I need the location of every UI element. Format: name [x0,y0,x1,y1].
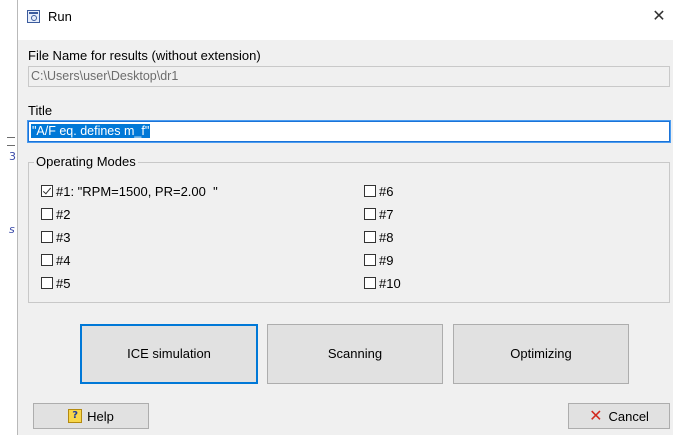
mode-checkbox-9[interactable]: #9 [364,252,393,268]
cancel-button[interactable]: ✕ Cancel [568,403,670,429]
help-button[interactable]: ? Help [33,403,149,429]
question-icon: ? [68,409,83,423]
background-glyph: 3 [9,150,16,163]
window-title: Run [48,9,72,24]
mode-checkbox-4[interactable]: #4 [41,252,70,268]
run-dialog: Run ✕ File Name for results (without ext… [17,0,673,435]
checkbox-icon[interactable] [364,277,376,289]
file-name-field[interactable]: C:\Users\user\Desktop\dr1 [28,66,670,87]
checkbox-icon[interactable] [364,254,376,266]
ice-simulation-button[interactable]: ICE simulation [80,324,258,384]
help-label: Help [87,408,114,424]
equals-glyph-icon [7,137,15,146]
mode-label: #2 [56,206,71,222]
checkbox-icon[interactable] [41,254,53,266]
title-input[interactable]: "A/F eq. defines m_f" [27,120,671,143]
checkbox-icon[interactable] [364,185,376,197]
mode-label: #7 [379,206,394,222]
app-window-icon [27,10,40,23]
mode-label: #3 [56,229,71,245]
mode-label: #8 [379,229,394,245]
checkbox-icon[interactable] [364,208,376,220]
close-icon[interactable]: ✕ [648,5,670,27]
optimizing-button[interactable]: Optimizing [453,324,629,384]
mode-checkbox-1[interactable]: #1: "RPM=1500, PR=2.00 " [41,183,218,199]
mode-label: #1: "RPM=1500, PR=2.00 " [56,183,218,199]
mode-checkbox-7[interactable]: #7 [364,206,393,222]
scanning-button[interactable]: Scanning [267,324,443,384]
mode-label: #10 [379,275,401,291]
mode-checkbox-3[interactable]: #3 [41,229,70,245]
mode-checkbox-10[interactable]: #10 [364,275,401,291]
mode-checkbox-2[interactable]: #2 [41,206,70,222]
background-window-strip: 3 s [0,0,17,435]
checkbox-icon[interactable] [41,231,53,243]
checkbox-icon[interactable] [41,208,53,220]
mode-label: #9 [379,252,394,268]
checkbox-icon[interactable] [364,231,376,243]
mode-label: #5 [56,275,71,291]
background-glyph: s [9,223,15,236]
title-input-selected-text: "A/F eq. defines m_f" [31,124,151,138]
cancel-label: Cancel [608,408,649,424]
mode-checkbox-8[interactable]: #8 [364,229,393,245]
mode-checkbox-5[interactable]: #5 [41,275,70,291]
mode-checkbox-6[interactable]: #6 [364,183,393,199]
checkbox-checked-icon[interactable] [41,185,53,197]
mode-label: #4 [56,252,71,268]
checkbox-icon[interactable] [41,277,53,289]
file-name-label: File Name for results (without extension… [28,48,261,63]
operating-modes-label: Operating Modes [34,154,138,169]
close-x-icon: ✕ [589,406,603,425]
mode-label: #6 [379,183,394,199]
title-bar: Run ✕ [18,0,673,40]
title-label: Title [28,103,53,118]
